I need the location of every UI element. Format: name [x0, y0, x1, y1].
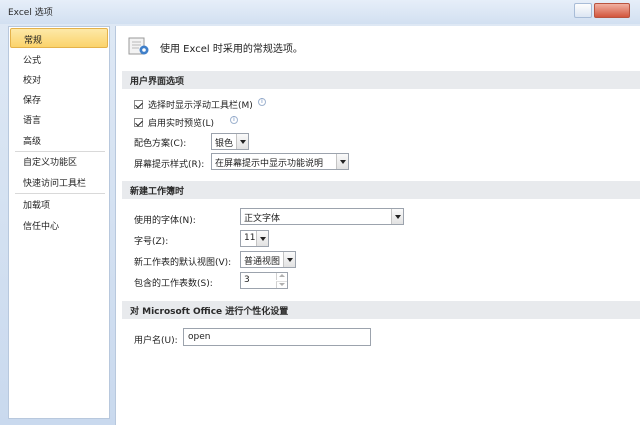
mini-toolbar-label: 选择时显示浮动工具栏(M): [148, 101, 253, 111]
section-header-ui: 用户界面选项: [122, 71, 640, 89]
color-scheme-value: 银色: [215, 139, 234, 149]
sidebar-item-customize-ribbon[interactable]: 自定义功能区: [10, 151, 108, 171]
general-options-panel: 使用 Excel 时采用的常规选项。 用户界面选项 选择时显示浮动工具栏(M) …: [115, 26, 640, 425]
info-icon: i: [230, 116, 238, 124]
color-scheme-label: 配色方案(C):: [134, 139, 187, 149]
font-size-label: 字号(Z):: [134, 237, 169, 247]
sidebar-item-advanced[interactable]: 高级: [10, 130, 108, 150]
sidebar-item-formulas[interactable]: 公式: [10, 49, 108, 69]
chevron-down-icon[interactable]: [236, 134, 248, 149]
sidebar-item-label: 自定义功能区: [23, 158, 78, 168]
live-preview-checkbox[interactable]: [134, 118, 143, 127]
sidebar-item-label: 加载项: [23, 201, 51, 211]
sheet-count-value: 3: [244, 275, 250, 285]
sidebar-item-label: 高级: [23, 137, 42, 147]
sheet-count-stepper[interactable]: 3: [240, 272, 288, 289]
sidebar-item-save[interactable]: 保存: [10, 89, 108, 109]
screentip-value: 在屏幕提示中显示功能说明: [215, 159, 324, 169]
sidebar-item-label: 公式: [23, 56, 42, 66]
chevron-down-icon[interactable]: [256, 231, 268, 246]
window-controls: [574, 3, 632, 19]
chevron-down-icon[interactable]: [336, 154, 348, 169]
section-header-personalize: 对 Microsoft Office 进行个性化设置: [122, 301, 640, 319]
font-dropdown[interactable]: 正文字体: [240, 208, 404, 225]
sidebar-item-label: 保存: [23, 96, 42, 106]
default-view-label: 新工作表的默认视图(V):: [134, 258, 232, 268]
sidebar-item-proofing[interactable]: 校对: [10, 69, 108, 89]
font-value: 正文字体: [244, 214, 281, 224]
live-preview-label: 启用实时预览(L): [148, 119, 215, 129]
chevron-down-icon[interactable]: [283, 252, 295, 267]
username-label: 用户名(U):: [134, 336, 178, 346]
sidebar-item-quick-access-toolbar[interactable]: 快速访问工具栏: [10, 172, 108, 192]
sidebar-item-language[interactable]: 语言: [10, 109, 108, 129]
username-field[interactable]: open: [183, 328, 371, 346]
sidebar-item-label: 校对: [23, 76, 42, 86]
screentip-label: 屏幕提示样式(R):: [134, 160, 205, 170]
sidebar-item-label: 常规: [24, 36, 43, 46]
font-size-value: 11: [244, 233, 256, 243]
default-view-dropdown[interactable]: 普通视图: [240, 251, 296, 268]
chevron-up-icon[interactable]: [276, 273, 287, 280]
sidebar-item-add-ins[interactable]: 加载项: [10, 194, 108, 214]
title-bar: Excel 选项: [0, 0, 640, 24]
sidebar-item-general[interactable]: 常规: [10, 28, 108, 48]
close-button[interactable]: [594, 3, 630, 18]
window-title: Excel 选项: [8, 8, 53, 18]
sidebar-item-trust-center[interactable]: 信任中心: [10, 215, 108, 235]
font-label: 使用的字体(N):: [134, 216, 196, 226]
chevron-down-icon[interactable]: [391, 209, 403, 224]
sheet-count-label: 包含的工作表数(S):: [134, 279, 213, 289]
options-icon: [128, 37, 149, 55]
screentip-style-dropdown[interactable]: 在屏幕提示中显示功能说明: [211, 153, 349, 170]
chevron-down-icon[interactable]: [276, 281, 287, 288]
font-size-dropdown[interactable]: 11: [240, 230, 269, 247]
color-scheme-dropdown[interactable]: 银色: [211, 133, 249, 150]
sidebar-item-label: 语言: [23, 116, 42, 126]
mini-toolbar-checkbox[interactable]: [134, 100, 143, 109]
username-value: open: [188, 332, 211, 342]
category-list: 常规 公式 校对 保存 语言 高级 自定义功能区 快速访问工具栏 加载项 信任中…: [8, 26, 110, 419]
sidebar-item-label: 信任中心: [23, 222, 60, 232]
default-view-value: 普通视图: [244, 257, 281, 267]
page-title: 使用 Excel 时采用的常规选项。: [160, 44, 303, 55]
info-icon: i: [258, 98, 266, 106]
help-button[interactable]: [574, 3, 592, 18]
options-dialog: Excel 选项 常规 公式 校对 保存 语言 高级 自定义功能区 快速访问工具…: [0, 0, 640, 425]
section-header-new-workbook: 新建工作簿时: [122, 181, 640, 199]
sidebar-item-label: 快速访问工具栏: [23, 179, 87, 189]
